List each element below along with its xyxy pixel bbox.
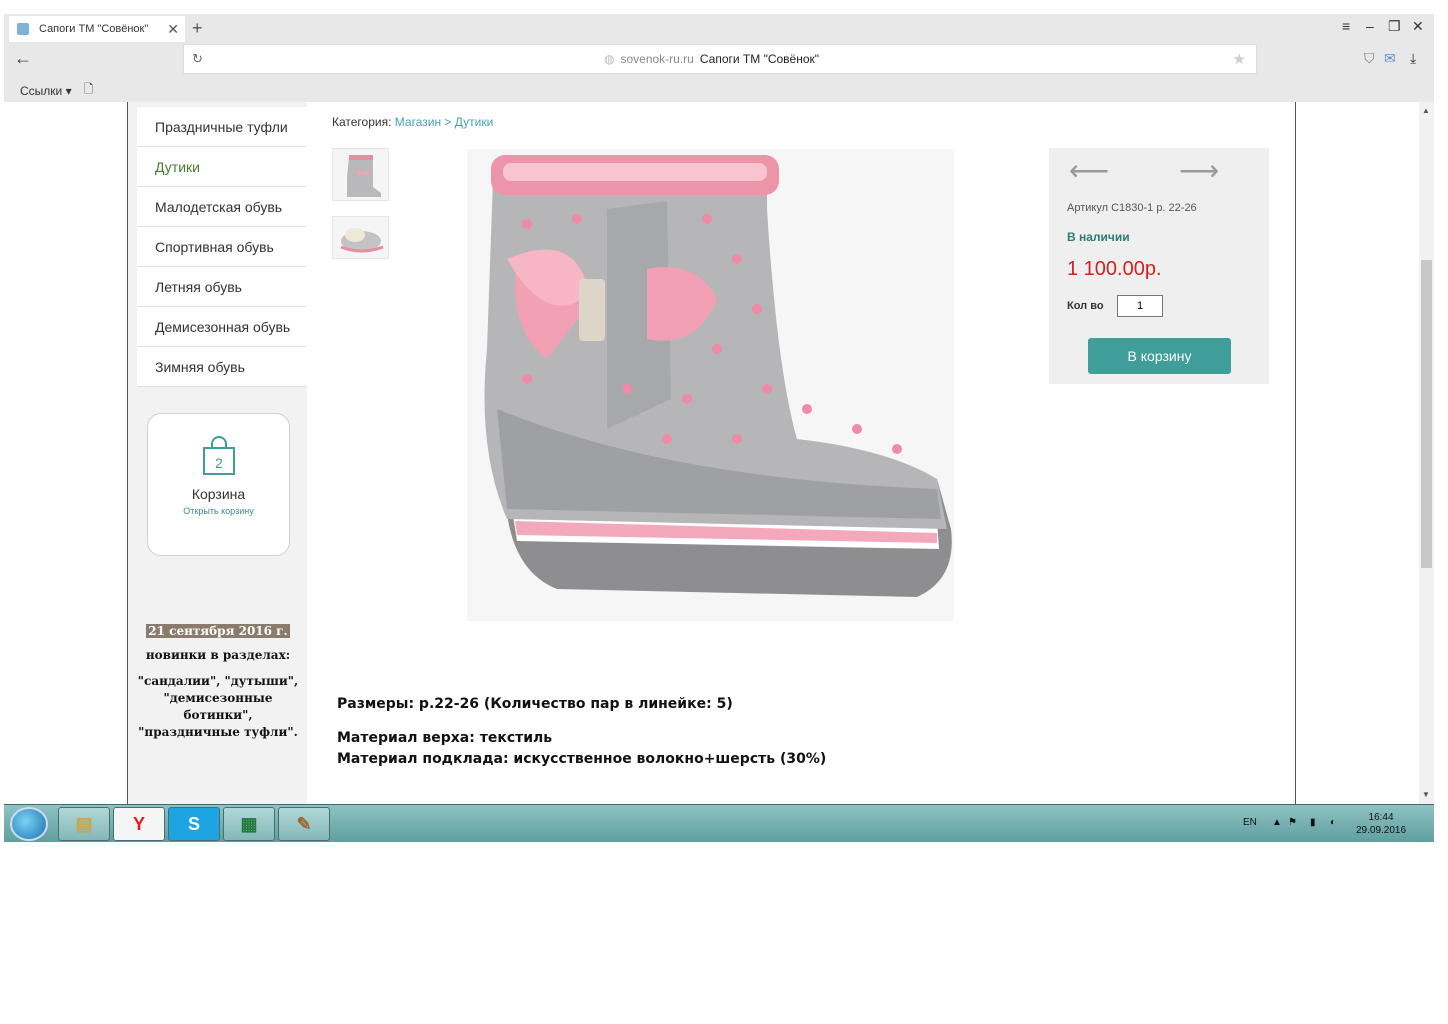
category-item-active[interactable]: Дутики <box>137 147 307 187</box>
scroll-thumb[interactable] <box>1421 260 1432 568</box>
cart-title: Корзина <box>191 486 246 502</box>
category-item[interactable]: Малодетская обувь <box>137 187 307 227</box>
product-image[interactable] <box>467 149 954 621</box>
file-explorer-icon[interactable]: ▤ <box>58 807 110 841</box>
excel-icon[interactable]: ▦ <box>223 807 275 841</box>
quantity-input[interactable] <box>1117 295 1163 317</box>
next-product-arrow-icon[interactable]: ⟶ <box>1179 154 1219 187</box>
cart-count: 2 <box>215 455 223 471</box>
category-item[interactable]: Летняя обувь <box>137 267 307 307</box>
tab-title: Сапоги ТМ "Совёнок" <box>39 23 149 35</box>
action-center-flag-icon[interactable]: ⚑ <box>1288 817 1297 828</box>
site-favicon-icon <box>17 23 29 35</box>
bookmarks-links-menu[interactable]: Ссылки ▾ <box>20 84 72 98</box>
add-to-cart-button[interactable]: В корзину <box>1088 338 1231 374</box>
document-icon[interactable]: 🗋 <box>84 80 94 101</box>
category-item[interactable]: Праздничные туфли <box>137 107 307 147</box>
bookmarks-bar: Ссылки ▾ 🗋 <box>20 80 93 101</box>
category-item[interactable]: Зимняя обувь <box>137 347 307 387</box>
minimize-icon[interactable]: – <box>1366 18 1374 34</box>
browser-chrome: Сапоги ТМ "Совёнок" ✕ + ≡ – ❐ ✕ ← ↻ ◍ sov… <box>4 14 1434 102</box>
language-indicator[interactable]: EN <box>1243 817 1257 828</box>
protect-shield-icon[interactable]: ⛉ <box>1364 50 1375 67</box>
cart-widget[interactable]: 2 Корзина Открыть корзину <box>147 413 290 556</box>
product-material-lining: Материал подклада: искусственное волокно… <box>337 751 827 767</box>
start-button[interactable] <box>10 807 48 841</box>
news-date: 21 сентября 2016 г. <box>146 624 290 638</box>
breadcrumb-separator: > <box>444 115 452 129</box>
divider <box>1295 102 1296 804</box>
download-icon[interactable]: ⤓ <box>1410 50 1416 67</box>
volume-icon[interactable]: ◐ <box>1330 817 1336 828</box>
prev-product-arrow-icon[interactable]: ⟵ <box>1069 154 1109 187</box>
paint-icon[interactable]: ✎ <box>278 807 330 841</box>
news-line: "сандалии", "дутыши", "демисезонные боти… <box>137 674 299 739</box>
divider <box>127 102 128 804</box>
scroll-down-icon[interactable]: ▼ <box>1422 790 1430 799</box>
system-clock[interactable]: 16:44 29.09.2016 <box>1356 811 1406 837</box>
news-line: новинки в разделах: <box>145 648 291 662</box>
page-scrollbar[interactable]: ▲ ▼ <box>1419 102 1434 804</box>
breadcrumb-category-link[interactable]: Дутики <box>455 115 494 129</box>
category-item[interactable]: Спортивная обувь <box>137 227 307 267</box>
quantity-label: Кол во <box>1067 300 1104 312</box>
category-item[interactable]: Демисезонная обувь <box>137 307 307 347</box>
menu-icon[interactable]: ≡ <box>1342 18 1350 34</box>
product-price: 1 100.00р. <box>1067 258 1162 280</box>
close-window-icon[interactable]: ✕ <box>1412 18 1424 35</box>
address-domain: sovenok-ru.ru <box>620 52 694 66</box>
scroll-up-icon[interactable]: ▲ <box>1422 106 1430 115</box>
breadcrumb-shop-link[interactable]: Магазин <box>395 115 441 129</box>
stock-status: В наличии <box>1067 230 1130 244</box>
browser-tab[interactable]: Сапоги ТМ "Совёнок" ✕ <box>9 16 185 42</box>
open-cart-link[interactable]: Открыть корзину <box>148 506 289 516</box>
globe-icon: ◍ <box>604 52 615 66</box>
product-thumbnail[interactable] <box>332 216 389 259</box>
product-sizes: Размеры: р.22-26 (Количество пар в линей… <box>337 696 733 712</box>
address-bar[interactable]: ↻ ◍ sovenok-ru.ru Сапоги ТМ "Совёнок" ★ <box>183 44 1257 74</box>
category-list: Праздничные туфли Дутики Малодетская обу… <box>137 107 307 387</box>
clock-time: 16:44 <box>1368 812 1394 823</box>
skype-icon[interactable]: S <box>168 807 220 841</box>
purchase-panel: ⟵ ⟶ Артикул С1830-1 р. 22-26 В наличии 1… <box>1049 148 1269 384</box>
bookmark-star-icon[interactable]: ★ <box>1233 50 1246 68</box>
news-block: 21 сентября 2016 г. новинки в разделах: … <box>134 624 302 741</box>
product-material-top: Материал верха: текстиль <box>337 730 553 746</box>
yandex-browser-icon[interactable]: Y <box>113 807 165 841</box>
address-title: Сапоги ТМ "Совёнок" <box>699 52 820 66</box>
clock-date: 29.09.2016 <box>1356 825 1407 836</box>
reload-icon[interactable]: ↻ <box>192 51 203 67</box>
shopping-bag-icon: 2 <box>201 436 237 476</box>
mail-icon[interactable]: ✉ <box>1384 50 1396 67</box>
new-tab-button[interactable]: + <box>192 18 203 39</box>
product-thumbnail[interactable] <box>332 148 389 201</box>
back-arrow-icon[interactable]: ← <box>14 48 32 69</box>
tray-expand-icon[interactable]: ▲ <box>1272 817 1282 828</box>
tab-close-icon[interactable]: ✕ <box>167 21 179 38</box>
product-sku: Артикул С1830-1 р. 22-26 <box>1067 202 1197 214</box>
web-page: Праздничные туфли Дутики Малодетская обу… <box>4 102 1434 804</box>
windows-taskbar: ▤ Y S ▦ ✎ EN ▲ ⚑ ▮ ◐ 16:44 29.09.2016 <box>4 804 1434 842</box>
breadcrumb-prefix: Категория: <box>332 115 392 129</box>
battery-icon[interactable]: ▮ <box>1310 817 1316 828</box>
breadcrumb: Категория: Магазин > Дутики <box>332 115 493 129</box>
restore-icon[interactable]: ❐ <box>1388 18 1401 35</box>
